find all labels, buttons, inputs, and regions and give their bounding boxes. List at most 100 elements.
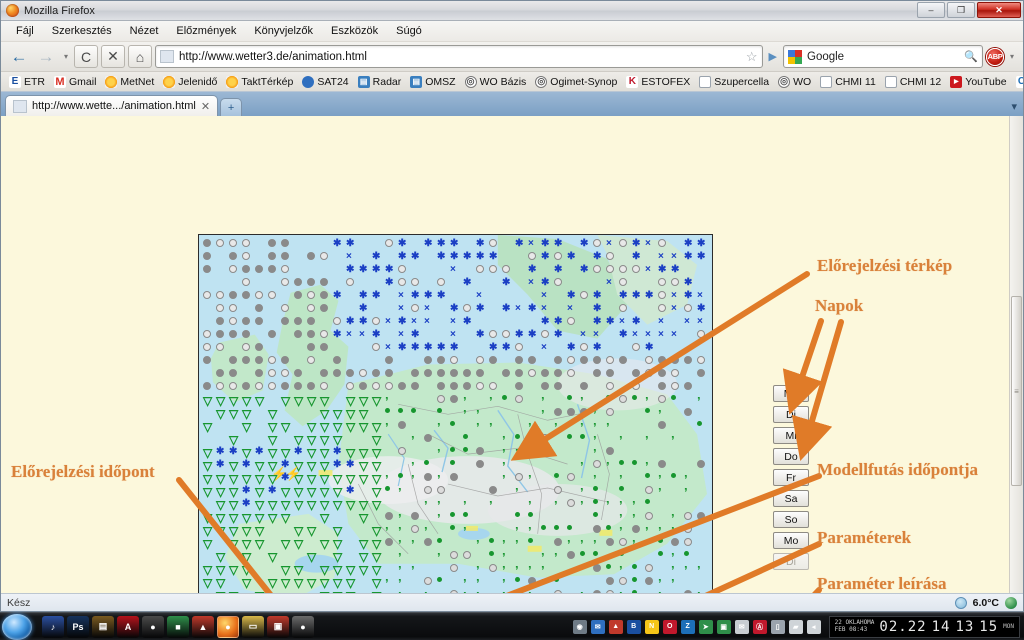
bookmark-wo-b-zis[interactable]: ◎ WO Bázis	[461, 75, 531, 89]
day-button-5-sa[interactable]: Sa	[773, 490, 809, 507]
rain-symbol	[645, 473, 650, 478]
bookmark-chmi-11[interactable]: CHMI 11	[816, 75, 880, 89]
zone-icon[interactable]: Z	[680, 619, 695, 634]
day-button-6-so[interactable]: So	[773, 511, 809, 528]
bluetooth-icon[interactable]: B	[626, 619, 641, 634]
tab-close-icon[interactable]: ✕	[201, 100, 210, 113]
menu-help[interactable]: Súgó	[387, 23, 431, 39]
bird-icon[interactable]: ▲	[608, 619, 623, 634]
forward-icon[interactable]: →	[34, 45, 58, 68]
search-bar[interactable]: Google 🔍	[783, 45, 983, 68]
stop-icon[interactable]: ✕	[101, 45, 125, 68]
bookmark-wo[interactable]: ◎ WO	[774, 75, 815, 89]
bookmark-estofex[interactable]: K ESTOFEX	[622, 75, 694, 89]
tab-list-chevron-icon[interactable]: ▾	[1011, 100, 1017, 113]
menu-history[interactable]: Előzmények	[167, 23, 245, 39]
green-icon[interactable]: ➤	[698, 619, 713, 634]
phone-icon[interactable]: ▯	[770, 619, 785, 634]
weather-symbol: ⚡	[285, 466, 302, 481]
rain-symbol	[554, 525, 559, 530]
camera-icon[interactable]: ●	[142, 615, 164, 638]
weather-symbol: ✱	[398, 251, 407, 262]
firefox-icon[interactable]: ●	[217, 615, 239, 638]
back-icon[interactable]: ←	[7, 45, 31, 68]
bookmark-youtube[interactable]: ▶ YouTube	[946, 75, 1010, 89]
bookmark-jelenid-[interactable]: Jelenidő	[159, 75, 221, 89]
cloud-symbol	[229, 330, 237, 338]
search-input[interactable]: Google	[807, 51, 959, 63]
menu-bookmarks[interactable]: Könyvjelzők	[245, 23, 322, 39]
start-button[interactable]	[2, 613, 32, 640]
clock-widget[interactable]: 22 OKLAHOMA FEB 08:43 02.22 14 13 15 MON	[828, 615, 1020, 638]
bookmark-sat24[interactable]: SAT24	[298, 75, 352, 89]
page-scrollbar[interactable]: ≡	[1009, 116, 1023, 593]
menu-tools[interactable]: Eszközök	[322, 23, 387, 39]
tab-animation[interactable]: http://www.wette.../animation.html ✕	[5, 95, 219, 116]
signal-icon[interactable]: ▰	[788, 619, 803, 634]
weather-symbol: ’	[398, 590, 402, 593]
url-text[interactable]: http://www.wetter3.de/animation.html	[179, 51, 741, 63]
explorer-icon[interactable]: ▤	[92, 615, 114, 638]
menu-edit[interactable]: Szerkesztés	[43, 23, 121, 39]
bookmark-ogimet-synop[interactable]: ◎ Ogimet-Synop	[531, 75, 621, 89]
day-button-0-mo[interactable]: Mo	[773, 385, 809, 402]
envelope-icon[interactable]: ✉	[734, 619, 749, 634]
app-icon[interactable]: ■	[167, 615, 189, 638]
photoshop-icon[interactable]: Ps	[67, 615, 89, 638]
day-button-7-mo[interactable]: Mo	[773, 532, 809, 549]
acrobat-icon[interactable]: A	[117, 615, 139, 638]
bookmark-iwiw[interactable]: CiWiW	[1012, 75, 1023, 89]
reload-icon[interactable]: C	[74, 45, 98, 68]
adblock-chevron-icon[interactable]: ▾	[1007, 52, 1017, 61]
weather-symbol: ×	[567, 303, 573, 314]
opera-icon[interactable]: O	[662, 619, 677, 634]
weather-symbol: ▽	[216, 485, 226, 499]
day-button-3-do[interactable]: Do	[773, 448, 809, 465]
rain-symbol	[593, 486, 598, 491]
flame-icon[interactable]: ▲	[192, 615, 214, 638]
bookmark-szupercella[interactable]: Szupercella	[695, 75, 773, 89]
norton-icon[interactable]: N	[644, 619, 659, 634]
minimize-button[interactable]: –	[917, 2, 945, 18]
adblock-icon[interactable]: ABP	[986, 47, 1004, 66]
disc-icon[interactable]: ◉	[572, 619, 587, 634]
url-bar[interactable]: http://www.wetter3.de/animation.html ☆	[155, 45, 763, 68]
mail-icon[interactable]: ✉	[590, 619, 605, 634]
day-button-1-di[interactable]: Di	[773, 406, 809, 423]
day-button-2-mi[interactable]: Mi	[773, 427, 809, 444]
go-icon[interactable]: ▶	[766, 50, 780, 63]
home-icon[interactable]: ⌂	[128, 45, 152, 68]
forecast-map[interactable]: ✱ ✱ ✱ ✱ ✱ ✱ ✱ ✱ × ✱ ✱ ✱ × ✱ × ✱ ✱ × ✱ ✱ ✱ ✱ ✱ ✱ ✱ ✱ ✱ ✱ ✱ ✱ × × ✱ ✱ ✱ ✱ ✱ ✱ × ✱…	[198, 234, 713, 593]
cloud-symbol	[203, 343, 211, 351]
bookmark-radar[interactable]: ▤ Radar	[354, 75, 406, 89]
day-button-4-fr[interactable]: Fr	[773, 469, 809, 486]
weather-symbol: ▽	[320, 407, 330, 421]
scrollbar-thumb[interactable]: ≡	[1011, 296, 1022, 486]
folder-icon[interactable]: ▭	[242, 615, 264, 638]
menu-view[interactable]: Nézet	[121, 23, 168, 39]
weather-symbol: ’	[567, 537, 571, 552]
avira-icon[interactable]: Ⓐ	[752, 619, 767, 634]
game-icon[interactable]: ●	[292, 615, 314, 638]
volume-icon[interactable]: ◂	[806, 619, 821, 634]
weather-symbol: ’	[671, 524, 675, 539]
media-player-icon[interactable]: ♪	[42, 615, 64, 638]
bookmark-chmi-12[interactable]: CHMI 12	[881, 75, 945, 89]
bookmark-star-icon[interactable]: ☆	[746, 49, 758, 65]
new-tab-button[interactable]: +	[220, 98, 243, 116]
weather-symbol: ✱	[346, 264, 355, 275]
chevron-down-icon[interactable]: ▾	[61, 52, 71, 61]
bookmark-metnet[interactable]: MetNet	[101, 75, 158, 89]
bookmark-gmail[interactable]: M Gmail	[50, 75, 100, 89]
weather-symbol: ▽	[268, 511, 278, 525]
close-button[interactable]: ✕	[977, 2, 1021, 18]
bookmark-omsz[interactable]: ▤ OMSZ	[406, 75, 459, 89]
presentation-icon[interactable]: ▣	[267, 615, 289, 638]
magnifier-icon[interactable]: 🔍	[964, 50, 978, 63]
maximize-button[interactable]: ❐	[947, 2, 975, 18]
menu-file[interactable]: Fájl	[7, 23, 43, 39]
cloud-symbol	[216, 343, 224, 351]
bookmark-taktt-rk-p[interactable]: TaktTérkép	[222, 75, 297, 89]
bookmark-etr[interactable]: E ETR	[5, 75, 49, 89]
monitor-icon[interactable]: ▣	[716, 619, 731, 634]
